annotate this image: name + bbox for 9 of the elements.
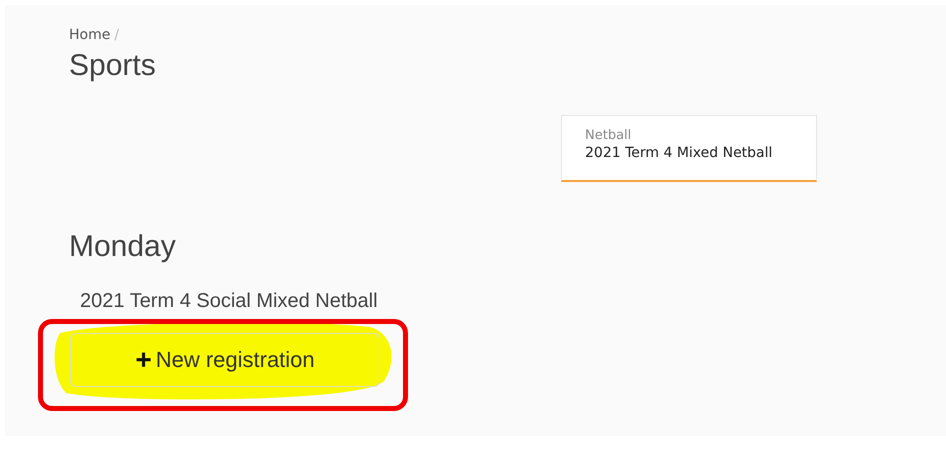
page-title: Sports bbox=[69, 49, 157, 83]
sport-label: Netball bbox=[585, 128, 632, 143]
day-heading: Monday bbox=[69, 230, 177, 264]
breadcrumb-link[interactable]: Home bbox=[69, 27, 110, 43]
league-name: 2021 Term 4 Social Mixed Netball bbox=[80, 290, 379, 313]
competition-card[interactable]: Netball 2021 Term 4 Mixed Netball bbox=[561, 115, 817, 182]
competition-name: 2021 Term 4 Mixed Netball bbox=[585, 145, 774, 161]
breadcrumb-separator: / bbox=[114, 27, 120, 43]
new-registration-button[interactable]: +New registration bbox=[70, 333, 380, 387]
